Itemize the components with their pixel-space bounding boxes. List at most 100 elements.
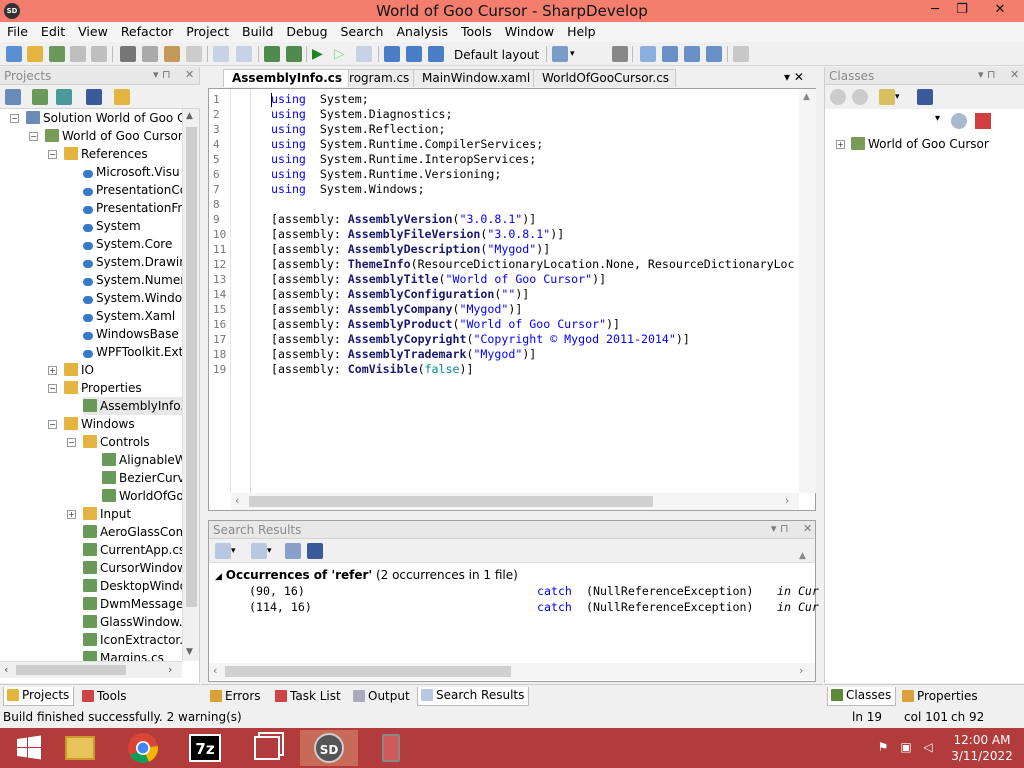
- properties-icon[interactable]: [5, 89, 21, 105]
- stop-icon[interactable]: [356, 46, 372, 62]
- search-result-code[interactable]: (NullReferenceException): [579, 600, 754, 614]
- run-icon[interactable]: ▶: [312, 46, 328, 62]
- scroll-up-icon[interactable]: ▲: [803, 92, 810, 102]
- tree-item[interactable]: CursorWindow: [83, 559, 182, 577]
- code-line[interactable]: [assembly: AssemblyConfiguration("")]: [271, 287, 529, 301]
- tree-item[interactable]: IconExtractor.c: [83, 631, 182, 649]
- layout-selector[interactable]: Default layout ▾: [450, 45, 542, 80]
- tab-errors[interactable]: Errors: [206, 687, 266, 706]
- search-result-pos[interactable]: (114, 16): [249, 600, 312, 614]
- show-all-icon[interactable]: [86, 89, 102, 105]
- tree-item[interactable]: WorldOfGo: [102, 487, 182, 505]
- code-area[interactable]: using System; using System.Diagnostics; us…: [231, 89, 799, 493]
- scroll-thumb[interactable]: [16, 665, 126, 675]
- tab-properties[interactable]: Properties: [898, 687, 983, 706]
- tree-item[interactable]: System.Numer: [83, 271, 182, 289]
- search-result-loc[interactable]: in Cur: [777, 600, 819, 614]
- menu-analysis[interactable]: Analysis: [389, 22, 454, 42]
- step-into-icon[interactable]: [406, 46, 422, 62]
- scroll-left-icon[interactable]: ‹: [235, 494, 239, 507]
- expand-icon[interactable]: +: [836, 140, 845, 149]
- undo-icon[interactable]: [213, 46, 229, 62]
- tree-item[interactable]: System: [83, 217, 141, 235]
- delete-icon[interactable]: [186, 46, 202, 62]
- 7zip-button[interactable]: 7z: [176, 730, 234, 766]
- menu-project[interactable]: Project: [179, 22, 235, 42]
- scroll-right-icon[interactable]: ›: [799, 664, 803, 677]
- tree-item[interactable]: System.Drawin: [83, 253, 182, 271]
- code-line[interactable]: using System.Runtime.InteropServices;: [271, 152, 536, 166]
- tree-item[interactable]: Input: [83, 505, 131, 523]
- chevron-down-icon[interactable]: ▾: [231, 543, 247, 559]
- expand-all-icon[interactable]: [285, 543, 301, 559]
- tab-classes[interactable]: Classes: [827, 687, 897, 706]
- menu-build[interactable]: Build: [235, 22, 279, 42]
- tree-item[interactable]: Controls: [83, 433, 150, 451]
- scroll-up-icon[interactable]: ▲: [799, 551, 806, 561]
- run-without-debug-icon[interactable]: ▷: [334, 46, 350, 62]
- window-icon[interactable]: [640, 46, 656, 62]
- print-icon[interactable]: [91, 46, 107, 62]
- code-line[interactable]: using System.Runtime.CompilerServices;: [271, 137, 543, 151]
- occurrences-header[interactable]: ◢ Occurrences of 'refer' (2 occurrences …: [215, 568, 518, 582]
- tree-item[interactable]: Margins.cs: [83, 649, 164, 661]
- code-line[interactable]: [assembly: AssemblyFileVersion("3.0.8.1"…: [271, 227, 564, 241]
- tab-output[interactable]: Output: [349, 687, 415, 706]
- tree-item[interactable]: Windows: [64, 415, 135, 433]
- pin-icon[interactable]: ▾ ⊓: [978, 68, 996, 81]
- document-tabs-controls[interactable]: ▾ ✕: [784, 70, 804, 84]
- projects-horizontal-scrollbar[interactable]: ‹ ›: [0, 661, 182, 678]
- code-line[interactable]: using System.Runtime.Versioning;: [271, 167, 501, 181]
- editor-horizontal-scrollbar[interactable]: ‹ ›: [231, 493, 799, 510]
- save-all-icon[interactable]: [49, 46, 65, 62]
- code-line[interactable]: [assembly: AssemblyVersion("3.0.8.1")]: [271, 212, 536, 226]
- collapse-icon[interactable]: −: [48, 384, 57, 393]
- search-result-pos[interactable]: (90, 16): [249, 584, 305, 598]
- search-result-code[interactable]: (NullReferenceException): [579, 584, 754, 598]
- scroll-right-icon[interactable]: ›: [785, 494, 789, 507]
- search-result-kw[interactable]: catch: [537, 600, 572, 614]
- menu-search[interactable]: Search: [334, 22, 390, 42]
- editor-vertical-scrollbar[interactable]: ▲: [799, 89, 816, 493]
- start-button[interactable]: [0, 730, 58, 766]
- filter-icon[interactable]: [879, 89, 895, 105]
- tree-item[interactable]: Properties: [64, 379, 142, 397]
- save-icon[interactable]: [70, 46, 86, 62]
- menu-file[interactable]: File: [0, 22, 34, 42]
- tree-item[interactable]: WindowsBase: [83, 325, 179, 343]
- task-view-button[interactable]: [238, 730, 296, 766]
- code-line[interactable]: [assembly: AssemblyProduct("World of Goo…: [271, 317, 620, 331]
- toggle-comment-icon[interactable]: [552, 46, 568, 62]
- menu-help[interactable]: Help: [560, 22, 602, 42]
- tree-item[interactable]: CurrentApp.cs: [83, 541, 182, 559]
- chevron-down-icon[interactable]: ▾: [267, 543, 283, 559]
- code-line[interactable]: using System.Windows;: [271, 182, 425, 196]
- scroll-down-icon[interactable]: ▼: [186, 647, 193, 657]
- scroll-left-icon[interactable]: ‹: [4, 663, 8, 676]
- back-icon[interactable]: [830, 89, 846, 105]
- redo-icon[interactable]: [236, 46, 252, 62]
- tree-item[interactable]: System.Windo: [83, 289, 182, 307]
- indent-icon[interactable]: [612, 46, 628, 62]
- chevron-down-icon[interactable]: ▾: [570, 46, 586, 62]
- tree-item[interactable]: DesktopWindo: [83, 577, 182, 595]
- build-icon[interactable]: [264, 46, 280, 62]
- scroll-left-icon[interactable]: ‹: [213, 664, 217, 677]
- code-line[interactable]: using System.Diagnostics;: [271, 107, 453, 121]
- close-icon[interactable]: ✕: [1010, 68, 1019, 81]
- close-icon[interactable]: ✕: [803, 522, 812, 535]
- network-icon[interactable]: ▣: [898, 740, 914, 756]
- tab-tools[interactable]: Tools: [78, 687, 132, 706]
- expand-icon[interactable]: +: [67, 510, 76, 519]
- code-line[interactable]: [assembly: AssemblyTrademark("Mygod")]: [271, 347, 536, 361]
- tree-item[interactable]: DwmMessages: [83, 595, 182, 613]
- collapse-icon[interactable]: −: [48, 420, 57, 429]
- code-line[interactable]: [assembly: AssemblyCopyright("Copyright …: [271, 332, 690, 346]
- pin-icon[interactable]: ▾ ⊓: [153, 68, 171, 81]
- tree-item[interactable]: AlignableW: [102, 451, 182, 469]
- tree-item[interactable]: System.Core: [83, 235, 172, 253]
- clear-bookmarks-icon[interactable]: [706, 46, 722, 62]
- code-line[interactable]: [assembly: AssemblyDescription("Mygod")]: [271, 242, 550, 256]
- close-icon[interactable]: ✕: [185, 68, 194, 81]
- world-of-goo-cursor-button[interactable]: [362, 730, 420, 766]
